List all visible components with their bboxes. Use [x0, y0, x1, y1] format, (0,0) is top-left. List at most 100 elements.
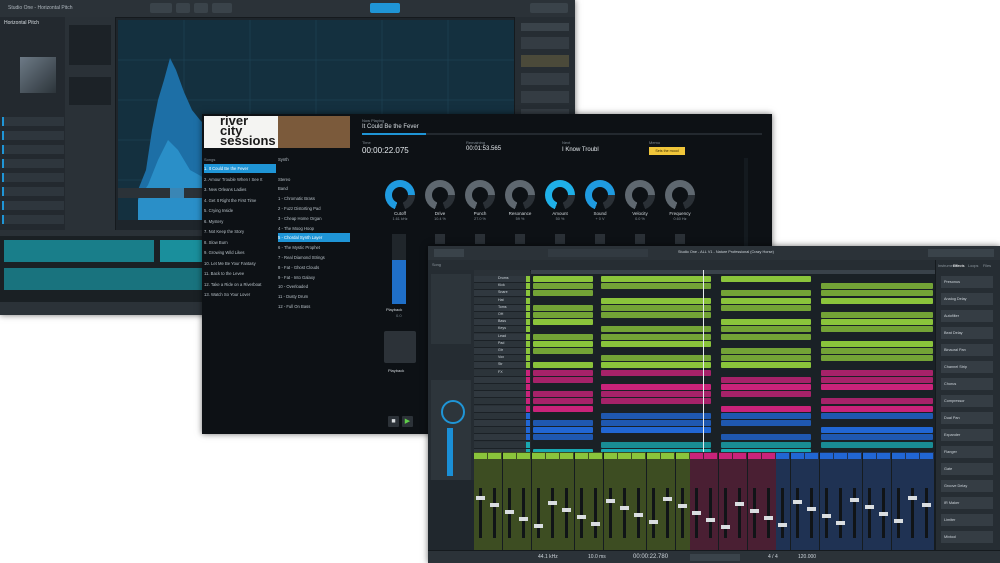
mixer-channel[interactable] [704, 452, 719, 550]
channel-row[interactable] [2, 131, 64, 140]
fader-track[interactable] [709, 488, 713, 538]
clip[interactable] [533, 333, 593, 340]
fader-cap[interactable] [677, 504, 687, 508]
playback-pad[interactable] [384, 331, 416, 363]
clip[interactable] [821, 312, 933, 318]
track-header[interactable]: Gtr [474, 348, 530, 355]
clip[interactable] [821, 319, 933, 326]
clip[interactable] [601, 276, 711, 282]
clip[interactable] [533, 304, 593, 311]
clip[interactable] [601, 391, 711, 398]
browser-item[interactable]: Binaural Pan [941, 344, 993, 356]
song-item[interactable]: 10. Let Me Be Your Fantasy [204, 259, 276, 268]
track-header[interactable] [474, 391, 530, 399]
fader-cap[interactable] [692, 511, 701, 515]
browser-item[interactable]: Groove Delay [941, 480, 993, 492]
fader-track[interactable] [594, 488, 598, 538]
browser-tab[interactable]: Files [983, 264, 991, 268]
clip[interactable] [533, 369, 593, 376]
instrument-item[interactable]: 3 - Cheap Home Organ [278, 214, 350, 223]
fader-cap[interactable] [864, 505, 874, 509]
mixer-channel[interactable] [560, 452, 575, 550]
mixer-channel[interactable] [790, 452, 805, 550]
knob-7[interactable] [625, 180, 655, 210]
mixer-channel[interactable] [848, 452, 863, 550]
clip[interactable] [821, 326, 933, 333]
clip[interactable] [601, 384, 711, 390]
mixer-channel[interactable] [733, 452, 748, 550]
fader-track[interactable] [824, 488, 828, 538]
channel-row[interactable] [2, 159, 64, 168]
clip[interactable] [821, 369, 933, 376]
instrument-item[interactable]: 8 - Fat - Ghost Clouds [278, 263, 350, 272]
song-item[interactable]: 2. Amour Trouble When I See It [204, 175, 276, 184]
mixer-channel[interactable] [546, 452, 560, 550]
instrument-item[interactable]: 5 - Chordal Synth Layer [278, 233, 350, 243]
fader-cap[interactable] [605, 499, 615, 503]
clip[interactable] [601, 362, 711, 369]
fader-track[interactable] [896, 488, 900, 538]
channel-row[interactable] [2, 173, 64, 182]
clip[interactable] [821, 427, 933, 434]
mixer-channel[interactable] [776, 452, 791, 550]
fader-track[interactable] [810, 488, 814, 538]
plugin-slot[interactable] [521, 91, 569, 103]
fader-cap[interactable] [720, 525, 730, 529]
fader-cap[interactable] [519, 517, 529, 521]
clip[interactable] [533, 405, 593, 412]
mode-toggle[interactable] [370, 3, 400, 13]
clip[interactable] [821, 340, 933, 347]
clip[interactable] [721, 434, 811, 441]
browser-item[interactable]: Channel Strip [941, 361, 993, 373]
clip[interactable] [821, 441, 933, 448]
clip[interactable] [821, 283, 933, 290]
mixer-channel[interactable] [877, 452, 892, 550]
mixer-channel[interactable] [762, 452, 776, 550]
transport-controls[interactable] [690, 554, 740, 561]
browser-item[interactable]: Beat Delay [941, 327, 993, 339]
instrument-item[interactable] [278, 165, 350, 174]
pan-knob[interactable] [441, 400, 465, 424]
fader-track[interactable] [767, 488, 770, 538]
clip[interactable] [721, 276, 811, 282]
track-header[interactable] [474, 441, 530, 449]
fader-track[interactable] [925, 488, 929, 538]
fader-cap[interactable] [879, 512, 889, 516]
clip[interactable] [533, 319, 593, 326]
browser-item[interactable]: Analog Delay [941, 293, 993, 305]
instrument-item[interactable]: 11 - Dusty Drum [278, 292, 350, 301]
clip[interactable] [721, 326, 811, 333]
fader-cap[interactable] [634, 513, 644, 517]
clip[interactable] [721, 319, 811, 326]
clip[interactable] [533, 420, 593, 426]
track-header[interactable] [474, 427, 530, 435]
edit-tools[interactable] [548, 249, 648, 257]
clip[interactable] [721, 362, 811, 369]
clip[interactable] [533, 427, 593, 434]
fader-cap[interactable] [490, 503, 500, 507]
track-header[interactable] [474, 384, 530, 391]
fader-cap[interactable] [706, 518, 716, 522]
knob-4[interactable] [505, 180, 535, 210]
clip[interactable] [533, 312, 593, 318]
clip[interactable] [601, 297, 711, 304]
clip[interactable] [601, 333, 711, 340]
clip[interactable] [821, 290, 933, 297]
track-header[interactable]: Lead [474, 333, 530, 341]
clip[interactable] [821, 398, 933, 405]
clip[interactable] [821, 348, 933, 354]
toolbar-tools[interactable] [434, 249, 464, 257]
clip[interactable] [533, 276, 593, 282]
clip[interactable] [821, 376, 933, 383]
fader-track[interactable] [536, 488, 540, 538]
track-header[interactable]: Str [474, 362, 530, 370]
mixer-channel[interactable] [574, 452, 589, 550]
browser-item[interactable]: Expander [941, 429, 993, 441]
knob-8[interactable] [665, 180, 695, 210]
track-header[interactable]: Pad [474, 340, 530, 348]
instrument-item[interactable]: 4 - The Moog Hoop [278, 224, 350, 233]
mixer-channel[interactable] [862, 452, 877, 550]
assign-tile[interactable] [675, 234, 685, 244]
clip[interactable] [721, 304, 811, 311]
track-header[interactable]: Hat [474, 297, 530, 305]
